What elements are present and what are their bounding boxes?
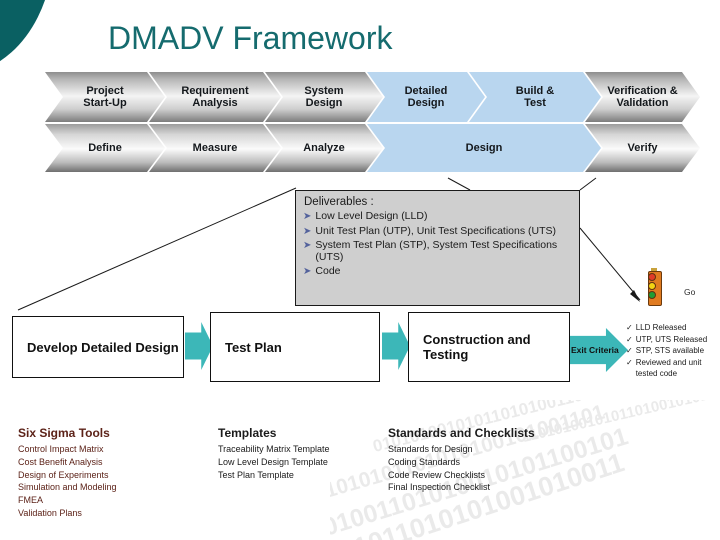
chevron-label: Project Start-Up xyxy=(83,84,127,109)
process-step-develop-detailed-design[interactable]: Develop Detailed Design xyxy=(12,316,189,383)
deliverables-title: Deliverables : xyxy=(304,196,374,208)
chevron-label: Define xyxy=(88,141,122,154)
page-title: DMADV Framework xyxy=(108,20,393,56)
exit-criteria-label: Exit Criteria xyxy=(571,345,619,355)
chevron-phase-4[interactable]: Detailed Design xyxy=(367,72,485,122)
chevron-phase-2[interactable]: Requirement Analysis xyxy=(149,72,281,122)
flow-arrow-2-icon xyxy=(382,322,410,370)
chevron-phase-6[interactable]: Verification & Validation xyxy=(585,72,700,122)
deliverable-text: System Test Plan (STP), System Test Spec… xyxy=(315,239,558,264)
deliverable-text: Unit Test Plan (UTP), Unit Test Specific… xyxy=(315,224,556,237)
chevron-dmadv-2[interactable]: Measure xyxy=(149,124,281,172)
column-items: Traceability Matrix Template Low Level De… xyxy=(218,443,398,481)
flow-arrow-1-icon xyxy=(185,322,213,370)
column-item: FMEA xyxy=(18,495,44,506)
traffic-light-red-lamp xyxy=(648,273,656,281)
chevron-label: System Design xyxy=(304,84,344,109)
exit-criteria-arrow-icon: Exit Criteria xyxy=(570,328,628,372)
arrow-bullet-icon: ➤ xyxy=(303,225,312,237)
deliverable-item: ➤ Low Level Design (LLD) xyxy=(303,210,572,224)
process-step-label: Develop Detailed Design xyxy=(27,339,179,355)
exit-criteria-item: ✓ LLD Released xyxy=(626,322,720,334)
chevron-label: Requirement Analysis xyxy=(181,84,249,109)
deliverable-item: ➤ System Test Plan (STP), System Test Spe… xyxy=(303,239,572,264)
check-icon: ✓ xyxy=(626,323,633,332)
column-heading: Standards and Checklists xyxy=(388,426,535,440)
column-item: Code Review Checklists xyxy=(388,469,486,480)
chevron-phase-3[interactable]: System Design xyxy=(265,72,383,122)
arrow-bullet-icon: ➤ xyxy=(303,265,312,277)
lifecycle-chevron-diagram: Project Start-Up Requirement Analysis System… xyxy=(45,72,700,177)
column-heading: Six Sigma Tools xyxy=(18,426,110,440)
traffic-light-icon xyxy=(645,268,663,306)
chevron-dmadv-5[interactable]: Verify xyxy=(585,124,700,172)
chevron-label: Design xyxy=(465,141,503,154)
traffic-light-green-lamp xyxy=(648,291,656,299)
reference-column-six-sigma-tools: Six Sigma Tools Control Impact Matrix Cos… xyxy=(18,426,198,520)
check-icon: ✓ xyxy=(626,357,633,367)
chevron-dmadv-1[interactable]: Define xyxy=(45,124,165,172)
deliverable-item: ➤ Unit Test Plan (UTP), Unit Test Specifi… xyxy=(303,225,572,239)
process-step-construction-and-testing[interactable]: Construction and Testing xyxy=(408,312,575,387)
column-item: Simulation and Modeling xyxy=(18,482,117,493)
chevron-label: Analyze xyxy=(303,141,345,154)
column-item: Test Plan Template xyxy=(218,469,294,480)
column-item: Validation Plans xyxy=(18,507,82,518)
chevron-label: Measure xyxy=(192,141,238,154)
exit-criteria-text: STP, STS available xyxy=(635,346,705,356)
deliverables-panel: Deliverables : ➤ Low Level Design (LLD) ➤ U… xyxy=(295,190,580,306)
traffic-light-yellow-lamp xyxy=(648,282,656,290)
exit-criteria-text: LLD Released xyxy=(635,323,687,332)
corner-accent-shape xyxy=(0,0,54,74)
exit-criteria-item: ✓ Reviewed and unit tested code xyxy=(626,357,720,380)
traffic-light-go-label: Go xyxy=(684,287,696,297)
chevron-dmadv-4[interactable]: Design xyxy=(367,124,601,172)
column-item: Low Level Design Template xyxy=(218,456,328,467)
exit-criteria-item: ✓ UTP, UTS Released xyxy=(626,334,720,346)
chevron-label: Verification & Validation xyxy=(607,84,678,109)
deliverable-text: Code xyxy=(315,264,341,277)
column-heading: Templates xyxy=(218,426,277,440)
column-item: Standards for Design xyxy=(388,444,473,454)
column-items: Standards for Design Coding Standards Code… xyxy=(388,443,608,494)
exit-criteria-checklist: ✓ LLD Released ✓ UTP, UTS Released ✓ STP, STS… xyxy=(626,322,720,380)
reference-column-templates: Templates Traceability Matrix Template Lo… xyxy=(218,426,398,481)
column-item: Coding Standards xyxy=(388,456,461,467)
chevron-phase-1[interactable]: Project Start-Up xyxy=(45,72,165,122)
check-icon: ✓ xyxy=(626,334,633,344)
reference-column-standards-and-checklists: Standards and Checklists Standards for D… xyxy=(388,426,608,494)
column-item: Design of Experiments xyxy=(18,469,109,480)
process-step-label: Construction and Testing xyxy=(423,332,531,362)
column-item: Traceability Matrix Template xyxy=(218,444,330,454)
chevron-label: Build & Test xyxy=(515,84,555,109)
column-items: Control Impact Matrix Cost Benefit Analys… xyxy=(18,443,198,520)
deliverable-item: ➤ Code xyxy=(303,265,572,279)
check-icon: ✓ xyxy=(626,346,633,356)
chevron-phase-5[interactable]: Build & Test xyxy=(469,72,601,122)
deliverables-list: ➤ Low Level Design (LLD) ➤ Unit Test Plan (… xyxy=(303,210,572,278)
slide-canvas: DMADV Framework 010101001010110101001101… xyxy=(0,0,720,540)
column-item: Final Inspection Checklist xyxy=(388,482,491,493)
process-step-label: Test Plan xyxy=(225,339,282,355)
exit-criteria-text: UTP, UTS Released xyxy=(635,334,708,344)
deliverable-text: Low Level Design (LLD) xyxy=(315,210,428,222)
column-item: Cost Benefit Analysis xyxy=(18,456,103,467)
chevron-dmadv-3[interactable]: Analyze xyxy=(265,124,383,172)
column-item: Control Impact Matrix xyxy=(18,444,104,454)
arrow-bullet-icon: ➤ xyxy=(303,211,312,222)
chevron-label: Detailed Design xyxy=(404,84,448,109)
arrow-bullet-icon: ➤ xyxy=(303,240,312,251)
exit-criteria-item: ✓ STP, STS available xyxy=(626,345,720,357)
exit-criteria-text: Reviewed and unit tested code xyxy=(635,357,702,379)
chevron-label: Verify xyxy=(627,141,658,154)
process-step-test-plan[interactable]: Test Plan xyxy=(210,312,385,387)
